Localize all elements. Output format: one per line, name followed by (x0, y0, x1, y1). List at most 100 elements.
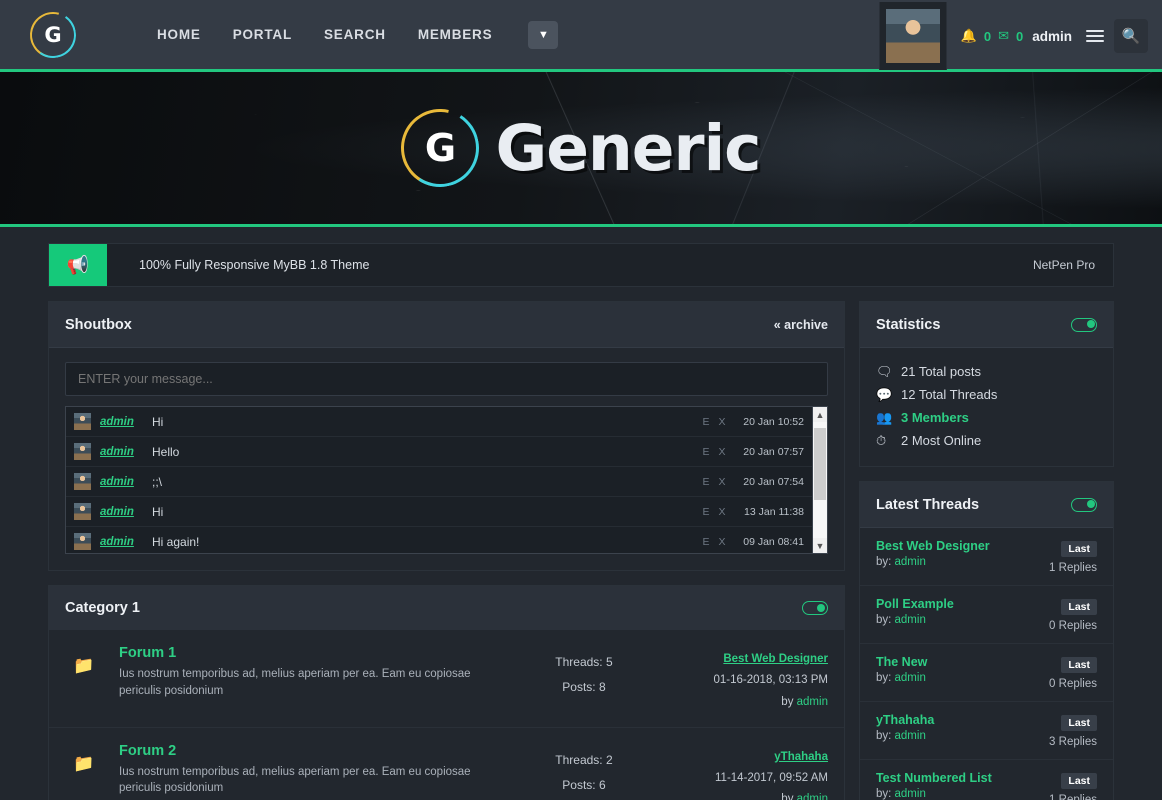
shout-time: 09 Jan 08:41 (730, 536, 804, 548)
stat-members[interactable]: 👥 3 Members (876, 406, 1097, 429)
site-banner: G Generic (0, 72, 1162, 227)
last-post-date: 01-16-2018, 03:13 PM (648, 670, 828, 691)
nav-item-members[interactable]: MEMBERS (414, 21, 497, 48)
thread-author[interactable]: admin (895, 788, 926, 800)
shout-delete-button[interactable]: X (714, 476, 730, 488)
last-post-badge[interactable]: Last (1061, 715, 1097, 731)
thread-author[interactable]: admin (895, 556, 926, 568)
category-title: Category 1 (65, 600, 140, 616)
forum-title[interactable]: Forum 1 (119, 645, 176, 661)
last-post-badge[interactable]: Last (1061, 657, 1097, 673)
shout-time: 20 Jan 07:57 (730, 446, 804, 458)
latest-threads-panel: Latest Threads Best Web Designer by: adm… (859, 481, 1114, 800)
forum-threads-count: Threads: 2 (520, 748, 648, 773)
search-icon[interactable]: 🔍 (1114, 19, 1148, 53)
stat-value: 21 (901, 364, 915, 379)
shout-edit-button[interactable]: E (698, 476, 714, 488)
shout-text: ;;\ (152, 475, 698, 489)
bell-icon[interactable]: 🔔 (961, 28, 977, 44)
category-header: Category 1 (49, 586, 844, 630)
announcement-text: 100% Fully Responsive MyBB 1.8 Theme (107, 244, 1033, 286)
thread-title[interactable]: The New (876, 655, 927, 669)
forum-last-post: Best Web Designer 01-16-2018, 03:13 PM b… (648, 644, 828, 713)
latest-thread-item[interactable]: Poll Example by: admin Last 0 Replies (860, 586, 1113, 644)
comment-icon: 💬 (876, 387, 893, 403)
nav-item-search[interactable]: SEARCH (320, 21, 390, 48)
scroll-down-icon[interactable]: ▼ (813, 538, 827, 553)
shout-author[interactable]: admin (100, 536, 152, 548)
scrollbar-track[interactable] (813, 422, 827, 538)
last-post-by-prefix: by (781, 696, 796, 708)
envelope-icon[interactable]: ✉ (998, 28, 1009, 44)
latest-thread-item[interactable]: The New by: admin Last 0 Replies (860, 644, 1113, 702)
last-post-author-line: by admin (648, 789, 828, 800)
shout-edit-button[interactable]: E (698, 506, 714, 518)
shout-author[interactable]: admin (100, 506, 152, 518)
shout-avatar-icon (74, 533, 91, 550)
shout-author[interactable]: admin (100, 476, 152, 488)
scrollbar-thumb[interactable] (814, 428, 826, 500)
thread-author[interactable]: admin (895, 730, 926, 742)
chevron-down-icon[interactable]: ▼ (528, 21, 558, 49)
users-icon: 👥 (876, 410, 893, 426)
messages-count: 0 (1016, 29, 1023, 44)
shout-author[interactable]: admin (100, 416, 152, 428)
shoutbox-archive-link[interactable]: « archive (774, 318, 828, 332)
thread-by-prefix: by: (876, 614, 895, 626)
folder-icon: 📁 (49, 742, 119, 774)
latest-thread-item[interactable]: Test Numbered List by: admin Last 1 Repl… (860, 760, 1113, 800)
alerts-count: 0 (984, 29, 991, 44)
shout-delete-button[interactable]: X (714, 416, 730, 428)
tachometer-icon: ⏱ (876, 433, 893, 449)
hamburger-menu-icon[interactable] (1086, 30, 1104, 42)
forum-row[interactable]: 📁 Forum 2 Ius nostrum temporibus ad, mel… (49, 728, 844, 800)
site-logo[interactable]: G (0, 12, 105, 58)
thread-title[interactable]: Poll Example (876, 597, 954, 611)
thread-author[interactable]: admin (895, 614, 926, 626)
shout-text: Hi (152, 415, 698, 429)
latest-thread-item[interactable]: Best Web Designer by: admin Last 1 Repli… (860, 528, 1113, 586)
last-post-badge[interactable]: Last (1061, 541, 1097, 557)
last-post-badge[interactable]: Last (1061, 599, 1097, 615)
thread-author[interactable]: admin (895, 672, 926, 684)
forum-threads-count: Threads: 5 (520, 650, 648, 675)
shoutbox-scrollbar[interactable]: ▲ ▼ (812, 407, 827, 553)
banner-title: Generic (495, 112, 760, 185)
shout-delete-button[interactable]: X (714, 536, 730, 548)
scroll-up-icon[interactable]: ▲ (813, 407, 827, 422)
username-label[interactable]: admin (1032, 29, 1072, 44)
forum-title[interactable]: Forum 2 (119, 743, 176, 759)
nav-item-home[interactable]: HOME (153, 21, 205, 48)
thread-title[interactable]: Test Numbered List (876, 771, 992, 785)
stat-total-posts: 🗨 21 Total posts (876, 360, 1097, 383)
last-post-title[interactable]: yThahaha (648, 747, 828, 768)
user-area: 🔔 0 ✉ 0 admin 🔍 (879, 0, 1162, 72)
last-post-title[interactable]: Best Web Designer (648, 649, 828, 670)
last-post-author[interactable]: admin (797, 696, 828, 708)
last-post-badge[interactable]: Last (1061, 773, 1097, 789)
forum-row[interactable]: 📁 Forum 1 Ius nostrum temporibus ad, mel… (49, 630, 844, 728)
last-post-author[interactable]: admin (797, 793, 828, 800)
thread-title[interactable]: Best Web Designer (876, 539, 990, 553)
shout-edit-button[interactable]: E (698, 446, 714, 458)
latest-threads-collapse-toggle[interactable] (1071, 498, 1097, 512)
shout-delete-button[interactable]: X (714, 446, 730, 458)
latest-thread-item[interactable]: yThahaha by: admin Last 3 Replies (860, 702, 1113, 760)
top-navigation-bar: G HOME PORTAL SEARCH MEMBERS ▼ 🔔 0 ✉ 0 a… (0, 0, 1162, 72)
shout-edit-button[interactable]: E (698, 536, 714, 548)
shout-delete-button[interactable]: X (714, 506, 730, 518)
category-collapse-toggle[interactable] (802, 601, 828, 615)
thread-by-prefix: by: (876, 788, 895, 800)
shoutbox-input[interactable] (65, 362, 828, 396)
thread-title[interactable]: yThahaha (876, 713, 934, 727)
avatar[interactable] (879, 2, 947, 70)
statistics-collapse-toggle[interactable] (1071, 318, 1097, 332)
stat-value: 12 (901, 387, 915, 402)
forum-last-post: yThahaha 11-14-2017, 09:52 AM by admin (648, 742, 828, 800)
nav-item-portal[interactable]: PORTAL (229, 21, 296, 48)
stat-label: Most Online (908, 433, 981, 448)
shout-author[interactable]: admin (100, 446, 152, 458)
shoutbox-message: admin Hello E X 20 Jan 07:57 (66, 437, 812, 467)
shout-avatar-icon (74, 413, 91, 430)
shout-edit-button[interactable]: E (698, 416, 714, 428)
